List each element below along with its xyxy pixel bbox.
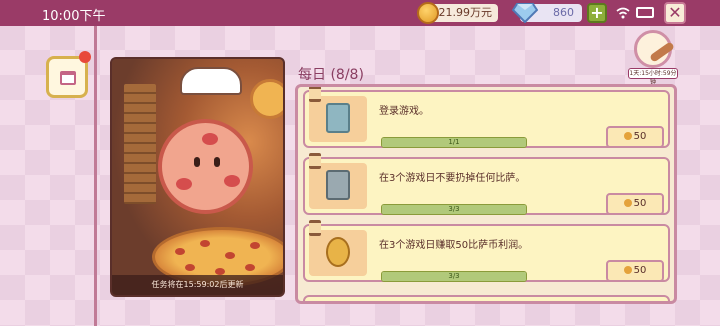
- task-description: 在3个游戏日赚取50比萨币利润。: [379, 240, 529, 251]
- battery-icon: [636, 7, 654, 18]
- pizza-chef-character: [158, 119, 253, 214]
- claim-reward-button[interactable]: 50: [606, 193, 664, 215]
- wifi-icon: [616, 7, 630, 19]
- side-pizza: [250, 79, 283, 119]
- chef-hat: [180, 67, 242, 95]
- progress-bar: 3/3: [381, 271, 527, 282]
- reward-amount: 50: [633, 131, 647, 142]
- task-description: 登录游戏。: [379, 106, 429, 117]
- sidebar-divider: [94, 26, 97, 326]
- coin-icon: [417, 2, 439, 24]
- top-bar: [0, 0, 720, 26]
- close-button[interactable]: ✕: [664, 2, 686, 24]
- section-title: 每日 (8/8): [298, 67, 364, 83]
- hourglass-icon: [309, 220, 321, 236]
- task-list: 登录游戏。 1/1 50 在3个游戏日不要扔掉任何比萨。 3/3 50 在3个游…: [295, 84, 677, 304]
- hourglass-icon: [309, 87, 321, 102]
- timer-label: 1天:15小时:59分钟: [628, 68, 678, 86]
- hourglass-icon: [309, 153, 321, 169]
- claim-reward-button[interactable]: 50: [606, 126, 664, 148]
- pizza-box-stack: [124, 84, 156, 204]
- calendar-icon: [60, 71, 76, 85]
- trash-can-icon: [326, 170, 350, 200]
- progress-text: 3/3: [448, 205, 460, 213]
- coin-stack-icon: [326, 237, 350, 267]
- coin-icon: [623, 266, 632, 274]
- progress-bar: 3/3: [381, 204, 527, 215]
- task-card-earn-profit: 在3个游戏日赚取50比萨币利润。 3/3 50: [303, 220, 670, 282]
- gem-icon: [512, 3, 538, 23]
- progress-text: 1/1: [448, 138, 460, 146]
- task-icon-frame: [309, 230, 367, 276]
- task-description: 在3个游戏日不要扔掉任何比萨。: [379, 173, 526, 184]
- task-card-no-waste: 在3个游戏日不要扔掉任何比萨。 3/3 50: [303, 153, 670, 215]
- claim-reward-button[interactable]: 50: [606, 260, 664, 282]
- reward-amount: 50: [633, 265, 647, 276]
- notification-dot: [79, 51, 91, 63]
- reward-amount: 50: [633, 198, 647, 209]
- refresh-timer-caption: 任务将在15:59:02后更新: [112, 275, 283, 295]
- add-gems-button[interactable]: +: [587, 3, 607, 23]
- task-card-partial: [303, 295, 670, 301]
- timer-badge[interactable]: 1天:15小时:59分钟: [628, 30, 678, 86]
- task-card-login: 登录游戏。 1/1 50: [303, 87, 670, 148]
- tablet-checkmark-icon: [326, 103, 350, 133]
- progress-bar: 1/1: [381, 137, 527, 148]
- progress-text: 3/3: [448, 272, 460, 280]
- coin-icon: [623, 132, 632, 140]
- clock-time: 10:00下午: [42, 9, 106, 24]
- coin-icon: [623, 199, 632, 207]
- task-icon-frame: [309, 163, 367, 209]
- rolling-pin-icon: [649, 41, 675, 63]
- chef-illustration: 任务将在15:59:02后更新: [110, 57, 285, 297]
- task-icon-frame: [309, 96, 367, 142]
